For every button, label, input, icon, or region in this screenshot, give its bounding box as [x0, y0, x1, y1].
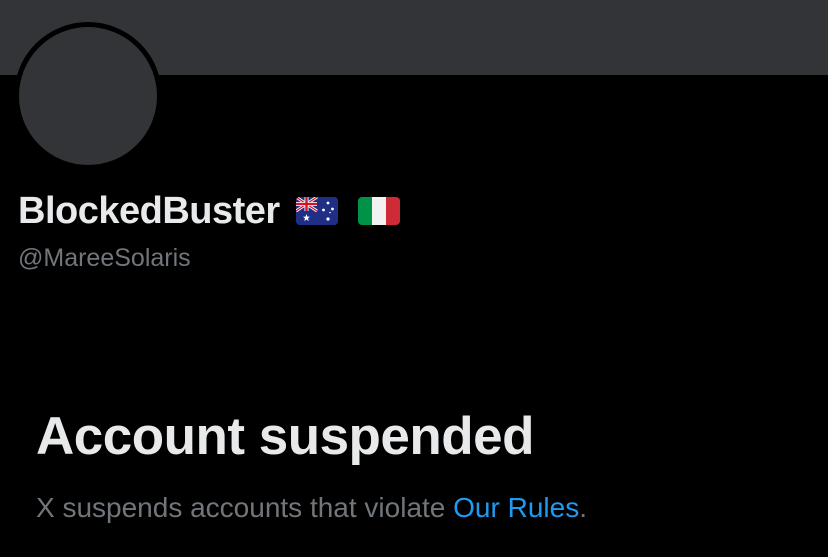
italy-flag-red-band	[385, 197, 400, 225]
italy-flag-icon	[357, 197, 400, 225]
suspended-description-period: .	[579, 492, 587, 523]
italy-flag-green-band	[357, 197, 372, 225]
australia-flag-icon	[295, 197, 338, 225]
suspended-title: Account suspended	[36, 407, 535, 466]
display-name-row: BlockedBuster	[18, 186, 400, 236]
username: @MareeSolaris	[18, 244, 191, 272]
avatar[interactable]	[14, 22, 162, 170]
display-name: BlockedBuster	[18, 189, 280, 232]
our-rules-link[interactable]: Our Rules	[453, 492, 579, 523]
italy-flag-white-band	[371, 197, 386, 225]
suspended-description-text: X suspends accounts that violate	[36, 492, 454, 523]
suspended-description: X suspends accounts that violate Our Rul…	[36, 492, 587, 524]
